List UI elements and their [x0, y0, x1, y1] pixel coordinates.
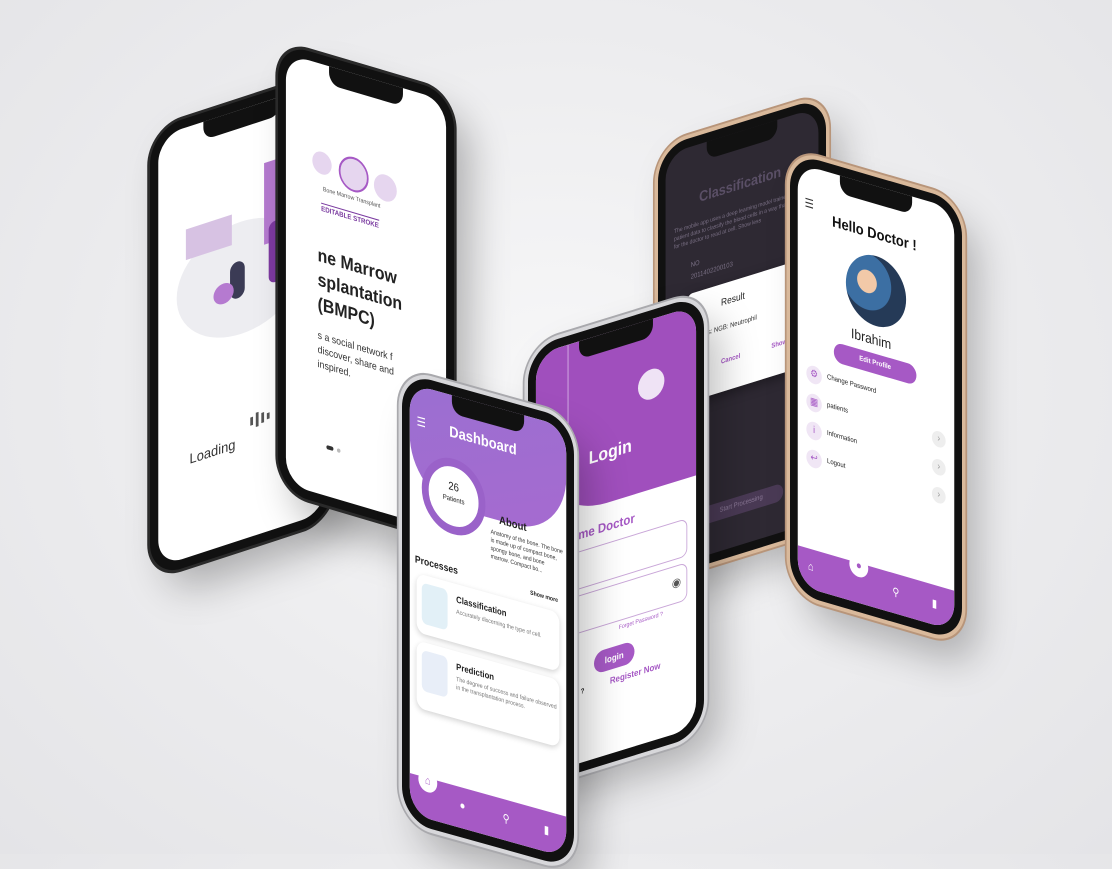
search-icon[interactable]: ⚲	[503, 811, 510, 826]
patients-icon: ▦	[806, 391, 822, 415]
settings-icon: ⚙	[806, 363, 822, 387]
login-title: Login	[588, 435, 632, 469]
phone-profile: ☰ Hello Doctor ! Ibrahim Edit Profile ⚙ …	[790, 152, 962, 642]
process-desc: Accurately discerning the type of cell.	[456, 609, 542, 640]
menu-label: Change Password	[826, 373, 877, 396]
bottom-nav: ⌂ ● ⚲ ▮	[797, 545, 955, 631]
profile-screen: ☰ Hello Doctor ! Ibrahim Edit Profile ⚙ …	[797, 163, 955, 631]
chevron-right-icon: ›	[931, 429, 946, 450]
dialog-cancel-button[interactable]: Cancel	[721, 353, 740, 366]
menu-label: Logout	[826, 457, 846, 471]
chevron-right-icon: ›	[931, 457, 946, 478]
hamburger-icon[interactable]: ☰	[417, 414, 426, 431]
eye-icon[interactable]: ◉	[672, 574, 681, 591]
hamburger-icon[interactable]: ☰	[805, 195, 814, 212]
mockup-stage: Loading Bone Marrow Transplant EDITABLE …	[0, 0, 1112, 869]
info-icon: i	[806, 419, 822, 443]
prediction-icon	[421, 649, 448, 698]
person-icon[interactable]: ●	[460, 799, 466, 813]
loading-label: Loading	[189, 435, 236, 467]
search-icon[interactable]: ⚲	[892, 585, 899, 600]
transplant-icon	[373, 171, 397, 205]
process-desc: The degree of success and failure observ…	[456, 676, 557, 711]
about-text: Anatomy of the bone. The bone is made up…	[490, 529, 563, 575]
menu-label: Information	[826, 429, 858, 446]
chevron-right-icon: ›	[931, 485, 946, 506]
show-more-link[interactable]: Show more	[530, 590, 558, 604]
id-label: NO	[690, 259, 700, 270]
avatar[interactable]	[845, 247, 907, 335]
home-icon[interactable]: ⌂	[808, 560, 814, 574]
logout-icon: ↩	[806, 447, 822, 471]
chart-icon[interactable]: ▮	[544, 823, 549, 838]
dialog-title: Result	[721, 290, 745, 309]
audio-bars-icon	[250, 405, 272, 431]
phone-dashboard: ☰ Dashboard 26 Patients About Anatomy of…	[402, 372, 574, 869]
classification-text: The mobile app uses a deep learning mode…	[673, 191, 805, 251]
microscope-icon	[421, 582, 448, 631]
menu-label: patients	[826, 401, 849, 415]
chart-icon[interactable]: ▮	[932, 596, 937, 611]
clock-icon	[638, 365, 665, 404]
profile-title: Hello Doctor !	[832, 213, 917, 255]
home-icon[interactable]: ⌂	[418, 767, 438, 795]
start-processing-button[interactable]: Start Processing	[699, 482, 784, 527]
marrow-icon	[338, 152, 369, 197]
person-icon[interactable]: ●	[849, 552, 869, 580]
dashboard-screen: ☰ Dashboard 26 Patients About Anatomy of…	[409, 383, 567, 858]
page-dot-active[interactable]	[326, 444, 334, 452]
page-dot[interactable]	[336, 448, 341, 454]
cell-icon	[312, 149, 332, 178]
